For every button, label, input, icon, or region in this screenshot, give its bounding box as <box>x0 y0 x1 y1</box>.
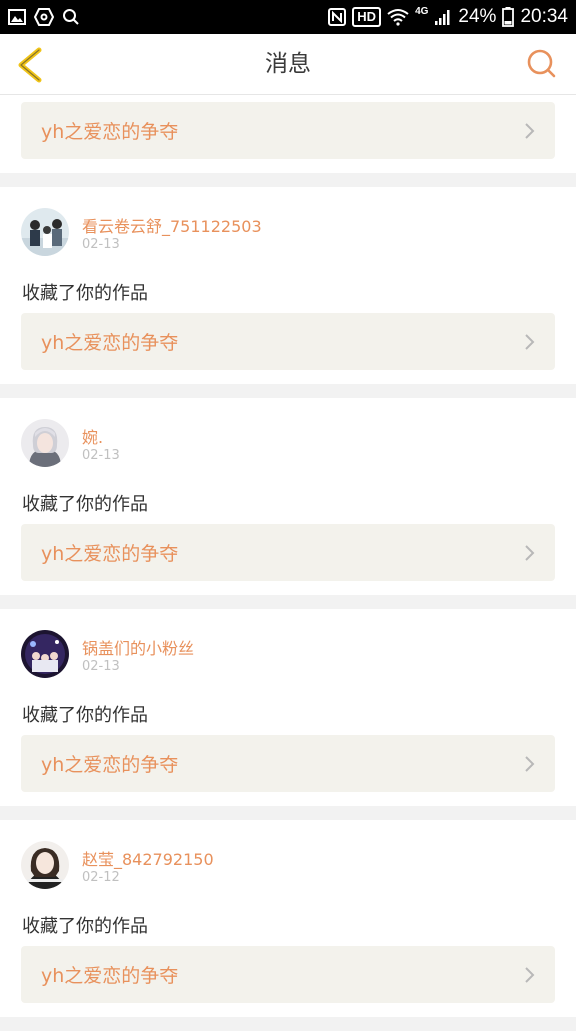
message-date: 02-12 <box>82 870 120 885</box>
user-row: 看云卷云舒_751122503 02-13 <box>0 187 576 283</box>
divider <box>0 384 576 398</box>
user-row: 赵莹_842792150 02-12 <box>0 820 576 916</box>
clock: 20:34 <box>520 6 568 27</box>
message-date: 02-13 <box>82 659 120 674</box>
signal-icon <box>435 10 450 25</box>
user-row: 锅盖们的小粉丝 02-13 <box>0 609 576 705</box>
avatar[interactable] <box>21 630 69 678</box>
username[interactable]: 赵莹_842792150 <box>82 846 214 870</box>
message-date: 02-13 <box>82 448 120 463</box>
message-card: 看云卷云舒_751122503 02-13 收藏了你的作品 yh之爱恋的争夺 <box>0 187 576 384</box>
message-card: 婉. 02-13 收藏了你的作品 yh之爱恋的争夺 <box>0 398 576 595</box>
battery-percent: 24% <box>458 6 497 27</box>
work-title: yh之爱恋的争夺 <box>41 754 179 776</box>
work-link[interactable]: yh之爱恋的争夺 <box>21 102 555 159</box>
action-text: 收藏了你的作品 <box>22 916 148 937</box>
message-card: 赵莹_842792150 02-12 收藏了你的作品 yh之爱恋的争夺 <box>0 820 576 1017</box>
message-list: yh之爱恋的争夺 看云卷云舒_751122503 02-13 收藏了你的作品 y… <box>0 95 576 1031</box>
message-date: 02-13 <box>82 237 120 252</box>
username[interactable]: 锅盖们的小粉丝 <box>82 635 194 659</box>
divider <box>0 1017 576 1031</box>
message-card: yh之爱恋的争夺 <box>0 95 576 173</box>
work-title: yh之爱恋的争夺 <box>41 121 179 143</box>
network-type: 4G <box>415 5 429 17</box>
action-text: 收藏了你的作品 <box>22 494 148 515</box>
chevron-right-icon <box>525 544 535 561</box>
work-link[interactable]: yh之爱恋的争夺 <box>21 735 555 792</box>
hd-badge: HD <box>352 7 382 27</box>
chevron-right-icon <box>525 333 535 350</box>
divider <box>0 173 576 187</box>
avatar[interactable] <box>21 841 69 889</box>
status-bar: HD 4G 24% 20:34 <box>0 0 576 34</box>
work-link[interactable]: yh之爱恋的争夺 <box>21 946 555 1003</box>
work-title: yh之爱恋的争夺 <box>41 543 179 565</box>
search-icon[interactable] <box>526 48 558 80</box>
app-bar: 消息 <box>0 34 576 95</box>
action-text: 收藏了你的作品 <box>22 705 148 726</box>
avatar[interactable] <box>21 419 69 467</box>
wifi-icon <box>387 9 409 26</box>
gallery-icon <box>8 9 26 25</box>
divider <box>0 806 576 820</box>
username[interactable]: 婉. <box>82 424 103 448</box>
action-text: 收藏了你的作品 <box>22 283 148 304</box>
work-title: yh之爱恋的争夺 <box>41 965 179 987</box>
chevron-right-icon <box>525 966 535 983</box>
message-card: 锅盖们的小粉丝 02-13 收藏了你的作品 yh之爱恋的争夺 <box>0 609 576 806</box>
work-link[interactable]: yh之爱恋的争夺 <box>21 313 555 370</box>
avatar[interactable] <box>21 208 69 256</box>
divider <box>0 595 576 609</box>
search-status-icon <box>63 9 79 25</box>
username[interactable]: 看云卷云舒_751122503 <box>82 213 262 237</box>
chevron-right-icon <box>525 122 535 139</box>
page-title: 消息 <box>265 51 311 77</box>
battery-icon <box>502 7 515 27</box>
chevron-right-icon <box>525 755 535 772</box>
user-row: 婉. 02-13 <box>0 398 576 494</box>
work-title: yh之爱恋的争夺 <box>41 332 179 354</box>
work-link[interactable]: yh之爱恋的争夺 <box>21 524 555 581</box>
settings-hex-icon <box>34 8 54 26</box>
nfc-icon <box>328 8 347 26</box>
